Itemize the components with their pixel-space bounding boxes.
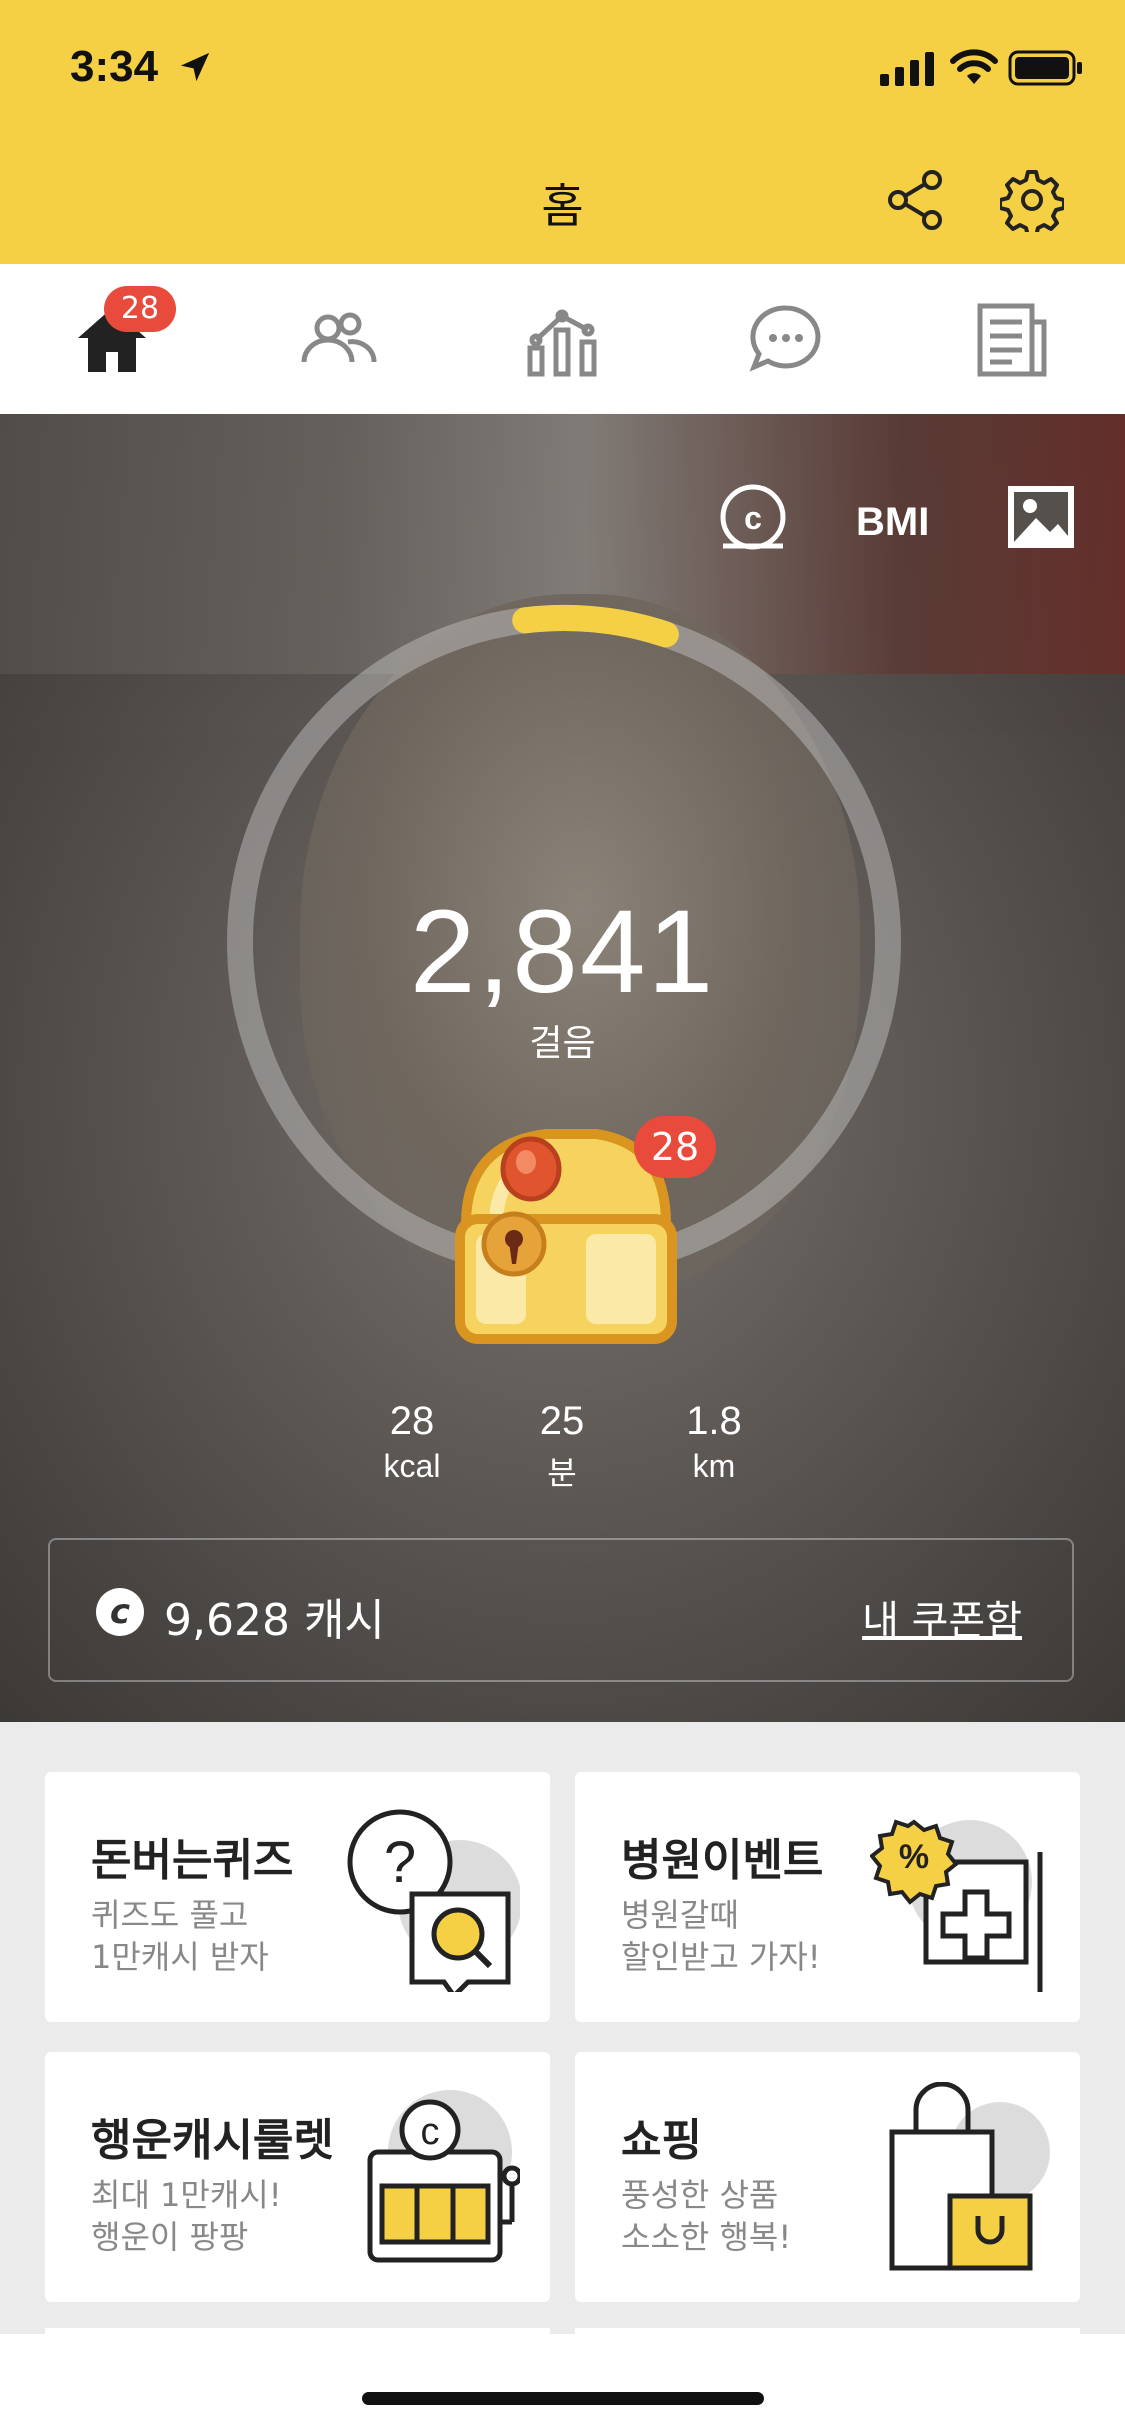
roulette-card[interactable]: 행운캐시룰렛 최대 1만캐시! 행운이 팡팡 c (45, 2052, 550, 2302)
stat-calories-unit: kcal (383, 1448, 441, 1484)
stat-distance-value: 1.8 (686, 1399, 742, 1443)
quiz-card-title: 돈버는퀴즈 (91, 1835, 294, 1886)
svg-text:c: c (421, 2111, 440, 2153)
stat-distance-unit: km (692, 1448, 736, 1484)
hospital-event-card[interactable]: 병원이벤트 병원갈때 할인받고 가자! % (575, 1772, 1080, 2022)
roulette-card-subtitle-line1: 최대 1만캐시! (91, 2176, 282, 2214)
quiz-magnifier-icon: ? (347, 1809, 520, 1992)
stats-chart-icon[interactable] (522, 300, 602, 380)
stat-calories: 28 kcal (332, 1399, 492, 1485)
cash-balance-bar: c 9,628 캐시 내 쿠폰함 (48, 1538, 1074, 1682)
tab-bar: 28 (0, 264, 1125, 415)
home-indicator[interactable] (362, 2392, 764, 2405)
wifi-icon (950, 49, 998, 84)
shopping-card-subtitle: 풍성한 상품 소소한 행복! (621, 2174, 881, 2258)
photo-background-icon[interactable] (1006, 484, 1076, 554)
stat-minutes-unit: 분 (547, 1455, 577, 1491)
hospital-card-subtitle: 병원갈때 할인받고 가자! (621, 1894, 881, 1978)
stat-minutes-value: 25 (539, 1399, 585, 1443)
chat-bubble-icon[interactable] (746, 300, 826, 380)
step-count-label: 걸음 (529, 1023, 596, 1064)
friends-icon[interactable] (298, 300, 378, 380)
cash-coin-icon: c (96, 1588, 144, 1636)
bmi-button[interactable]: BMI (856, 500, 929, 545)
chest-count-badge: 28 (634, 1116, 716, 1178)
quiz-card-subtitle-line1: 퀴즈도 풀고 (91, 1896, 249, 1934)
roulette-card-subtitle: 최대 1만캐시! 행운이 팡팡 (91, 2174, 351, 2258)
quiz-card[interactable]: 돈버는퀴즈 퀴즈도 풀고 1만캐시 받자 ? (45, 1772, 550, 2022)
title-bar: 홈 (0, 140, 1125, 264)
cash-balance: 9,628 캐시 (164, 1595, 385, 1646)
status-bar: 3:34 (0, 0, 1125, 140)
slot-machine-icon: c (367, 2090, 520, 2263)
svg-text:?: ? (384, 1830, 416, 1895)
svg-text:%: % (899, 1838, 929, 1876)
gear-icon[interactable] (1000, 168, 1064, 232)
page-title: 홈 (541, 179, 584, 233)
hospital-card-title: 병원이벤트 (621, 1835, 824, 1886)
share-icon[interactable] (884, 168, 948, 232)
shopping-card[interactable]: 쇼핑 풍성한 상품 소소한 행복! (575, 2052, 1080, 2302)
quiz-card-subtitle: 퀴즈도 풀고 1만캐시 받자 (91, 1894, 351, 1978)
location-arrow-icon (180, 52, 210, 82)
step-count: 2,841 (409, 886, 716, 1018)
shopping-card-title: 쇼핑 (621, 2115, 702, 2166)
step-progress-arc (512, 605, 679, 648)
cellular-signal-icon (880, 52, 934, 86)
battery-icon (1008, 50, 1082, 86)
quiz-card-subtitle-line2: 1만캐시 받자 (91, 1938, 269, 1976)
svg-text:c: c (744, 500, 762, 536)
stat-calories-value: 28 (389, 1399, 435, 1443)
news-icon[interactable] (972, 300, 1052, 380)
hospital-card-subtitle-line1: 병원갈때 (621, 1896, 739, 1934)
hospital-discount-icon: % (870, 1819, 1043, 1992)
shopping-card-subtitle-line2: 소소한 행복! (621, 2218, 792, 2256)
stat-minutes: 25 분 (482, 1399, 642, 1494)
my-coupon-link[interactable]: 내 쿠폰함 (862, 1588, 1022, 1646)
coin-history-icon[interactable]: c (718, 484, 788, 554)
shopping-card-subtitle-line1: 풍성한 상품 (621, 2176, 779, 2214)
stat-distance: 1.8 km (634, 1399, 794, 1485)
status-time: 3:34 (70, 42, 159, 91)
bottom-safe-area (0, 2334, 1125, 2436)
shopping-bag-icon (889, 2082, 1050, 2271)
step-counter-hero: c BMI 2,841 걸음 28 28 kcal 25 분 1.8 km c … (0, 414, 1125, 1722)
roulette-card-title: 행운캐시룰렛 (91, 2115, 334, 2166)
roulette-card-subtitle-line2: 행운이 팡팡 (91, 2218, 249, 2256)
home-notification-badge: 28 (104, 286, 176, 332)
hospital-card-subtitle-line2: 할인받고 가자! (621, 1938, 821, 1976)
